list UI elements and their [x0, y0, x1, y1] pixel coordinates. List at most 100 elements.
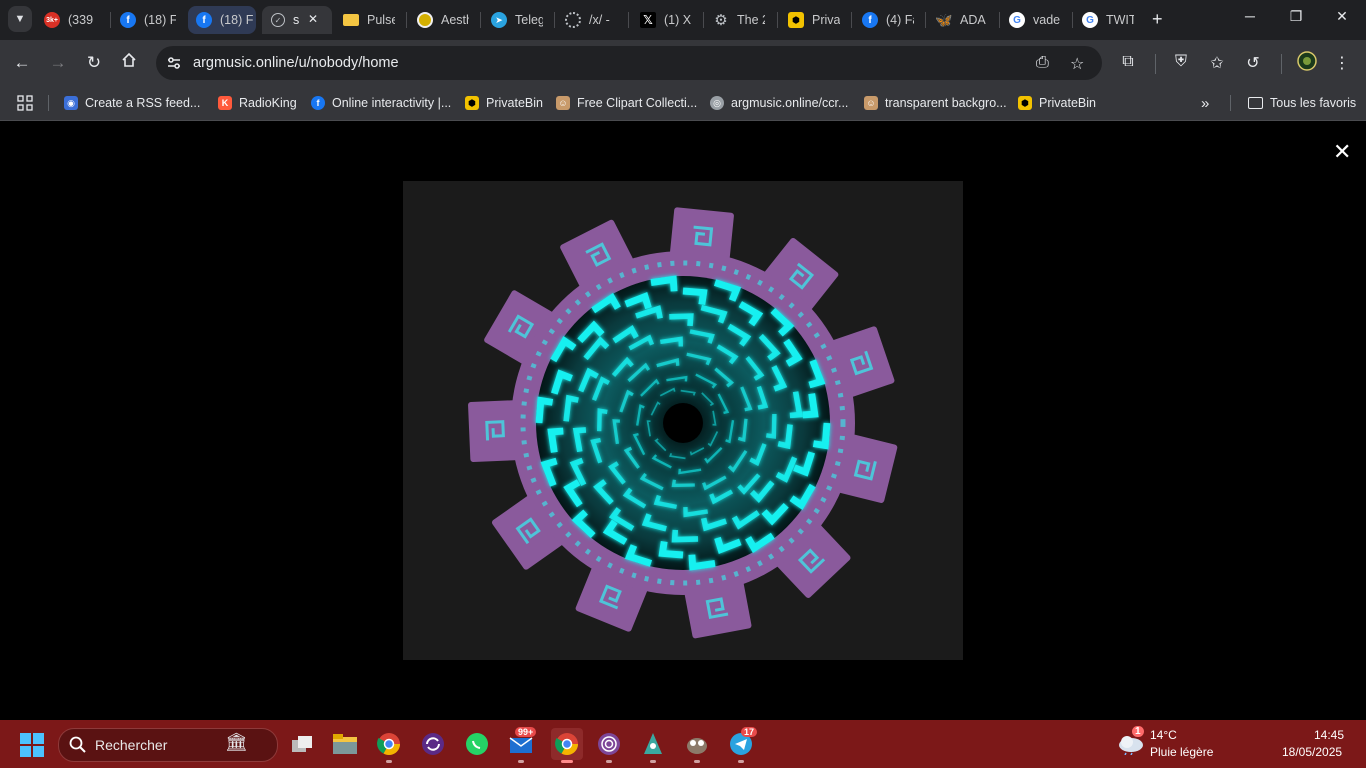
- bookmark-item[interactable]: ◎ argmusic.online/ccr...: [710, 93, 848, 113]
- globe-icon: ◎: [710, 96, 724, 110]
- favorites-icon[interactable]: ✩: [1207, 53, 1227, 73]
- gimp-icon[interactable]: [683, 730, 711, 758]
- toolbar-divider: [1281, 54, 1282, 74]
- rss-app-icon: ◉: [64, 96, 78, 110]
- coin-icon: [417, 12, 433, 28]
- tab-title: (18) F: [144, 13, 176, 27]
- running-indicator: [518, 760, 524, 763]
- home-button[interactable]: [118, 52, 140, 74]
- file-explorer-icon[interactable]: [331, 730, 359, 758]
- start-button[interactable]: [20, 733, 44, 762]
- tab[interactable]: G TWIT: [1082, 6, 1134, 34]
- privatebin-icon: ⬢: [1018, 96, 1032, 110]
- browser-toolbar: ← → ↻ argmusic.online/u/nobody/home ⎙ ☆ …: [0, 40, 1366, 86]
- sync-app-icon[interactable]: [419, 730, 447, 758]
- forward-button[interactable]: →: [47, 52, 69, 74]
- facebook-icon: f: [196, 12, 212, 28]
- bookmark-label: argmusic.online/ccr...: [731, 96, 849, 110]
- tab[interactable]: 🦋 ADA: [936, 6, 988, 34]
- tab-separator: [777, 12, 778, 28]
- weather-description[interactable]: Pluie légère: [1150, 745, 1213, 759]
- avatar: [1297, 51, 1317, 71]
- minimize-button[interactable]: ─: [1240, 8, 1260, 24]
- bookmark-item[interactable]: ⬢ PrivateBin: [465, 93, 543, 113]
- bookmark-item[interactable]: K RadioKing: [218, 93, 297, 113]
- mail-badge: 99+: [515, 727, 537, 737]
- address-bar[interactable]: argmusic.online/u/nobody/home ⎙ ☆: [156, 46, 1102, 80]
- bookmark-item[interactable]: ⬢ PrivateBin: [1018, 93, 1096, 113]
- tab[interactable]: ⬢ Priva: [788, 6, 840, 34]
- close-window-button[interactable]: ✕: [1332, 8, 1352, 25]
- bookmark-star-icon[interactable]: ☆: [1070, 54, 1084, 74]
- tab[interactable]: 3k+ (339: [44, 6, 102, 34]
- more-bookmarks-icon[interactable]: »: [1201, 93, 1209, 113]
- apps-icon[interactable]: [17, 93, 33, 113]
- bookmarks-divider: [1230, 95, 1231, 111]
- clock-date[interactable]: 18/05/2025: [1282, 745, 1342, 759]
- reddit-icon: 3k+: [44, 12, 60, 28]
- tab-separator: [554, 12, 555, 28]
- windows-logo-icon: [20, 733, 44, 757]
- bookmark-item[interactable]: ◉ Create a RSS feed...: [64, 93, 200, 113]
- running-indicator: [694, 760, 700, 763]
- privatebin-icon: ⬢: [465, 96, 479, 110]
- tab[interactable]: ⚙ The 2: [713, 6, 765, 34]
- tab[interactable]: Aesth: [417, 6, 469, 34]
- bookmark-item[interactable]: ☺ Free Clipart Collecti...: [556, 93, 697, 113]
- taskbar-search[interactable]: Rechercher 🏛: [58, 728, 278, 762]
- clock-time[interactable]: 14:45: [1314, 728, 1344, 742]
- search-icon: [69, 736, 86, 753]
- check-circle-icon: ✓: [271, 13, 285, 27]
- tab[interactable]: f (4) Fa: [862, 6, 914, 34]
- profile-avatar[interactable]: [1297, 51, 1317, 76]
- new-tab-button[interactable]: +: [1152, 9, 1163, 30]
- tab[interactable]: G vade: [1009, 6, 1061, 34]
- tab-search-button[interactable]: ▼: [8, 6, 32, 32]
- url-text[interactable]: argmusic.online/u/nobody/home: [193, 55, 399, 71]
- restore-button[interactable]: ❐: [1286, 8, 1306, 25]
- close-viewer-icon[interactable]: ✕: [1333, 139, 1351, 165]
- running-indicator: [650, 760, 656, 763]
- tab[interactable]: f (18) F: [120, 6, 176, 34]
- weather-temperature[interactable]: 14°C: [1150, 728, 1177, 742]
- bookmark-item[interactable]: f Online interactivity |...: [311, 93, 451, 113]
- all-bookmarks-folder[interactable]: Tous les favoris: [1248, 93, 1356, 113]
- reload-button[interactable]: ↻: [83, 52, 105, 74]
- tor-browser-icon[interactable]: [595, 730, 623, 758]
- site-info-icon[interactable]: [166, 55, 182, 71]
- tab[interactable]: Pulse: [343, 6, 395, 34]
- grid-icon: [17, 95, 33, 111]
- toolbar-divider: [1155, 54, 1156, 74]
- bookmark-label: PrivateBin: [486, 96, 543, 110]
- tab-strip: ▼ 3k+ (339 f (18) F f (18) F ✓ s ✕ Pulse…: [0, 0, 1366, 40]
- back-button[interactable]: ←: [11, 52, 33, 74]
- tab[interactable]: f (18) F: [188, 6, 256, 34]
- tab[interactable]: ➤ Teleg: [491, 6, 543, 34]
- chrome-icon[interactable]: [375, 730, 403, 758]
- search-placeholder: Rechercher: [95, 737, 168, 753]
- telegram-badge: 17: [741, 727, 758, 737]
- tab-active[interactable]: ✓ s: [262, 6, 332, 34]
- search-highlight-icon: 🏛: [225, 732, 248, 752]
- tab[interactable]: 𝕏 (1) X: [640, 6, 692, 34]
- whatsapp-icon[interactable]: [463, 730, 491, 758]
- rocket-app-icon[interactable]: [639, 730, 667, 758]
- bookmark-item[interactable]: ☺ transparent backgro...: [864, 93, 1007, 113]
- tab-title: The 2: [737, 13, 765, 27]
- history-icon[interactable]: ↺: [1243, 53, 1263, 73]
- tab-title: s: [293, 13, 300, 27]
- menu-icon[interactable]: ⋮: [1332, 53, 1352, 73]
- bookmarks-bar: ◉ Create a RSS feed... K RadioKing f Onl…: [0, 86, 1366, 121]
- bookmark-label: transparent backgro...: [885, 96, 1007, 110]
- tab[interactable]: /x/ -: [565, 6, 617, 34]
- incognito-icon[interactable]: ⛨: [1171, 53, 1191, 71]
- task-view-icon[interactable]: [288, 730, 316, 758]
- install-app-icon[interactable]: ⎙: [1036, 54, 1049, 72]
- tab-title: vade: [1033, 13, 1061, 27]
- chrome-active-icon[interactable]: [551, 728, 583, 760]
- radioking-icon: K: [218, 96, 232, 110]
- close-tab-icon[interactable]: ✕: [308, 12, 318, 26]
- facebook-icon: f: [311, 96, 325, 110]
- running-indicator: [606, 760, 612, 763]
- extensions-icon[interactable]: ⧉: [1118, 53, 1138, 71]
